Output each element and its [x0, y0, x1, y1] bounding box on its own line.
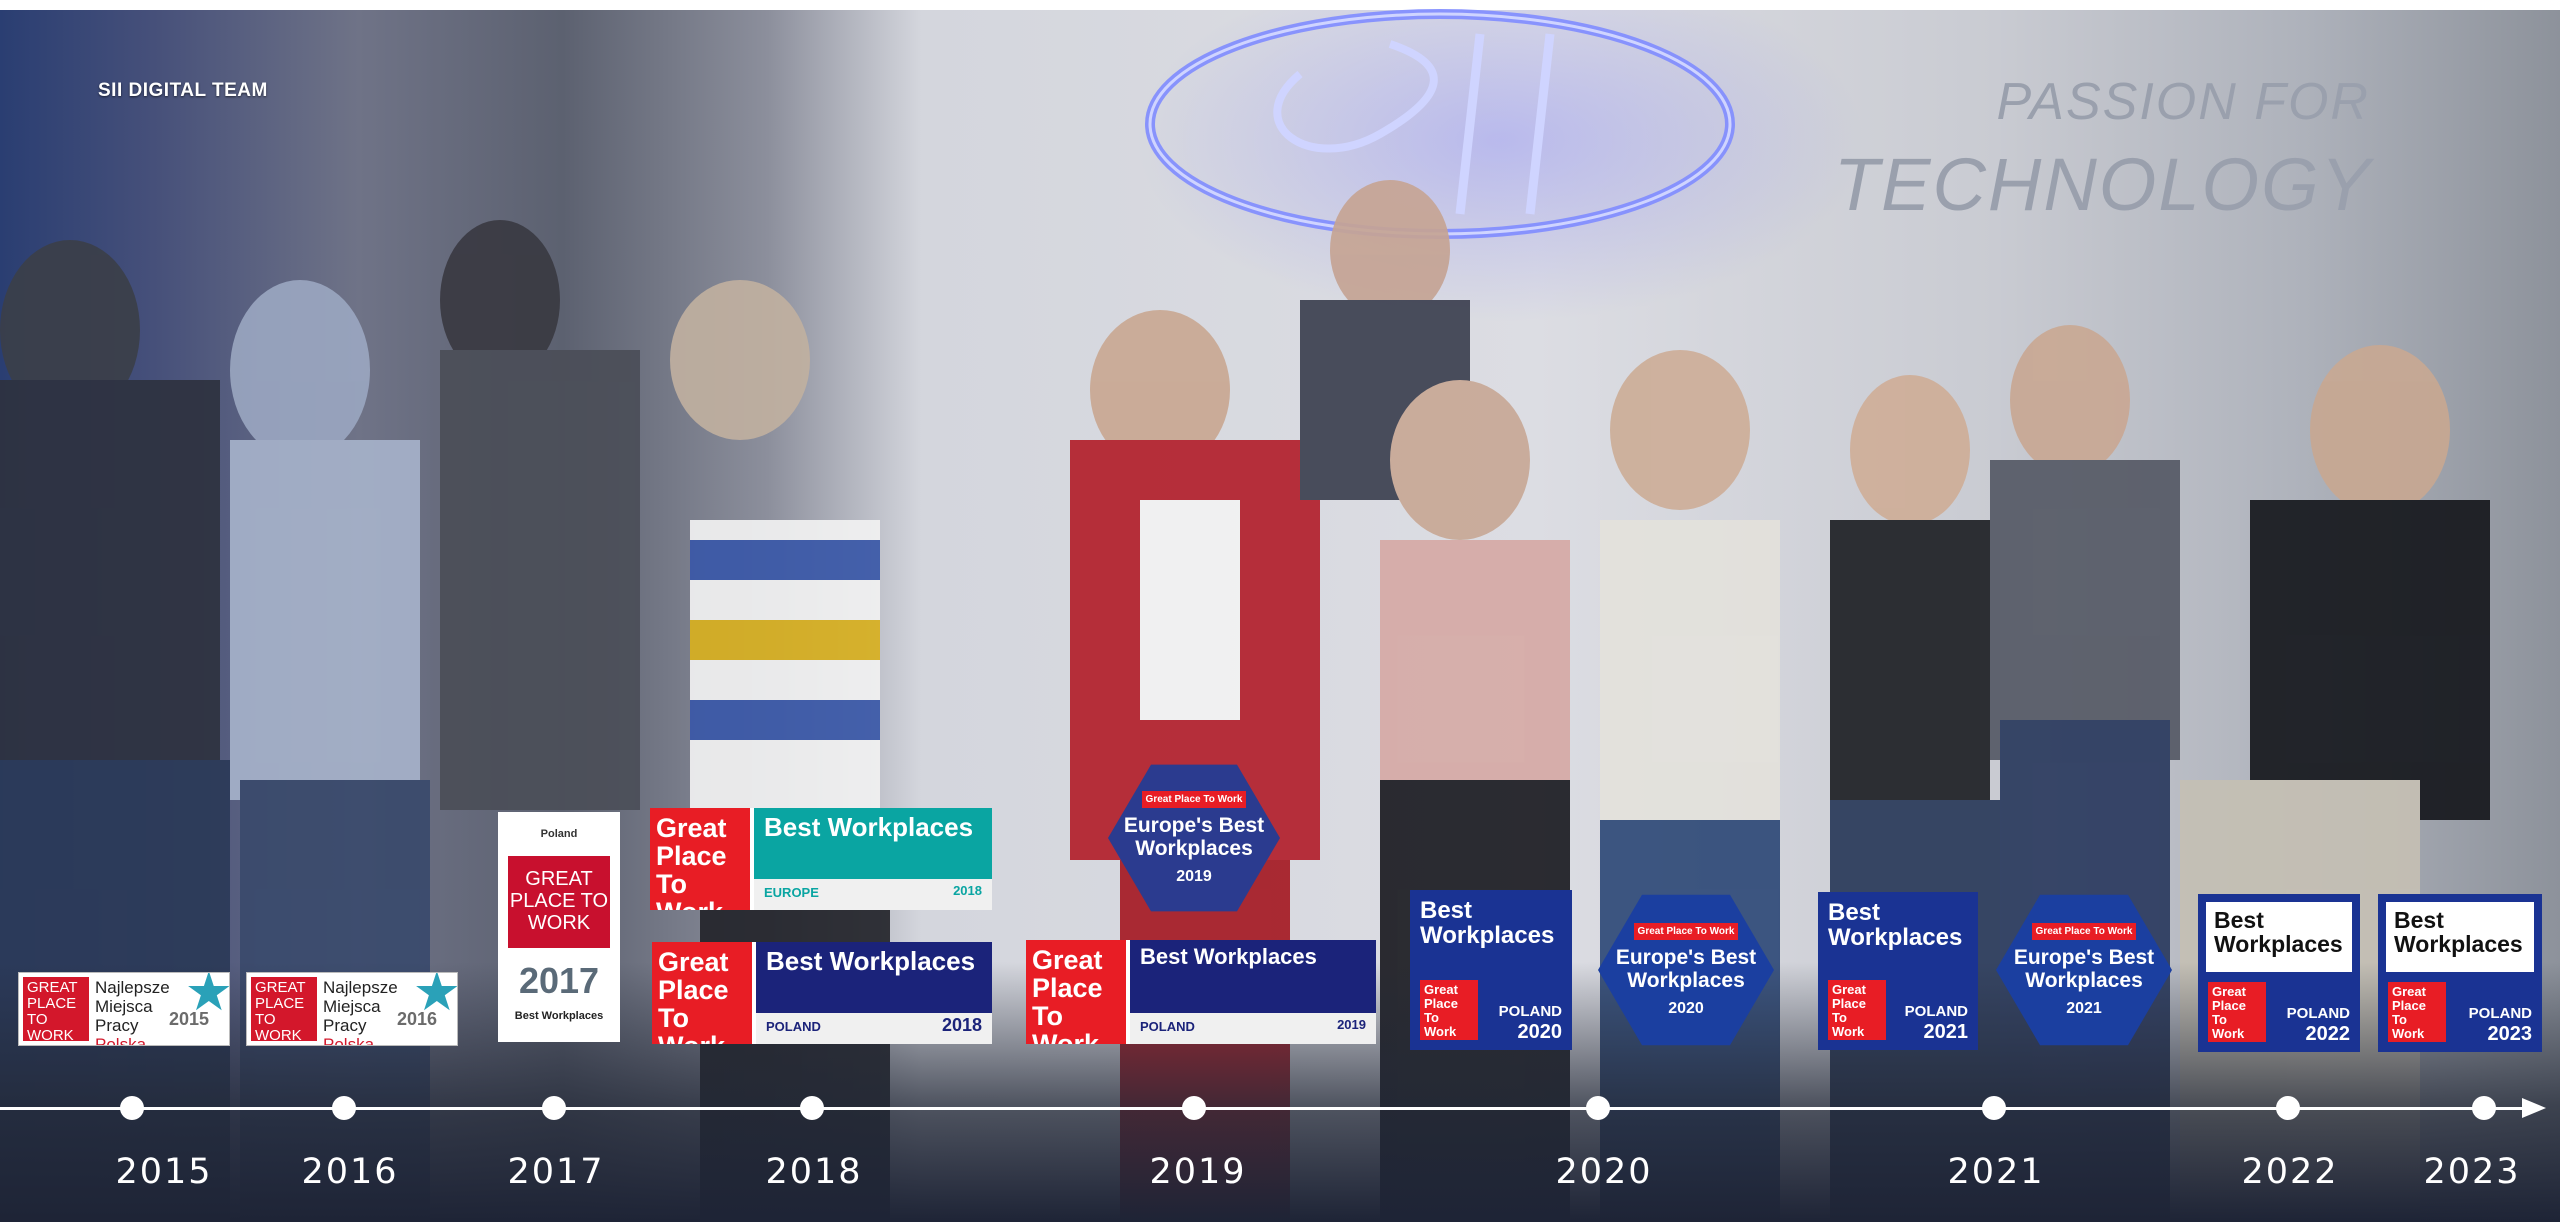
star-icon: ★ [412, 972, 458, 1022]
badge-year: 2023 [2487, 1023, 2533, 1045]
award-badge-2016: GREAT PLACE TO WORK Najlepsze Miejsca Pr… [246, 972, 458, 1046]
badge-title: Best Workplaces [514, 1010, 604, 1022]
gptw-logo: Great Place To Work [2031, 922, 2137, 940]
badge-title: Best Workplaces [754, 808, 992, 880]
badge-year: 2020 [1517, 1021, 1563, 1043]
timeline-dot [2472, 1096, 2496, 1120]
badge-country: Poland [540, 828, 578, 840]
badge-country: POLAND [1904, 1003, 1968, 1020]
badge-year: 2018 [953, 883, 982, 899]
badge-country: POLAND [2286, 1005, 2350, 1022]
timeline-year-2021: 2021 [1947, 1152, 2045, 1192]
badge-year: 2019 [1176, 867, 1212, 885]
timeline-year-2016: 2016 [301, 1152, 399, 1192]
timeline-dot [542, 1096, 566, 1120]
badge-title: Best Workplaces [2206, 902, 2352, 972]
badge-title: Best Workplaces [1828, 899, 1963, 951]
badge-country: Polska [323, 1035, 375, 1046]
timeline-year-2020: 2020 [1555, 1152, 1653, 1192]
gptw-logo: Great Place To Work [1026, 940, 1126, 1044]
award-badge-2021-poland: Best Workplaces Great Place To Work POLA… [1818, 892, 1978, 1050]
gptw-logo: GREAT PLACE TO WORK [23, 977, 89, 1044]
gptw-logo: GREAT PLACE TO WORK [508, 856, 610, 948]
award-badge-2018-europe: Great Place To Work Best Workplaces EURO… [650, 808, 992, 910]
badge-line: Najlepsze [95, 978, 170, 997]
badge-line: Pracy [323, 1016, 367, 1035]
gptw-logo: Great Place To Work [2208, 982, 2266, 1042]
gptw-logo: Great Place To Work [1141, 790, 1247, 808]
gptw-logo: Great Place To Work [650, 808, 750, 910]
badge-line: Najlepsze [323, 978, 398, 997]
gptw-logo: Great Place To Work [1420, 980, 1478, 1040]
badge-title: Europe's Best Workplaces [1615, 945, 1757, 992]
gptw-logo: Great Place To Work [2388, 982, 2446, 1042]
badge-year: 2021 [1923, 1021, 1969, 1043]
award-badge-2023-poland: Best Workplaces Great Place To Work POLA… [2378, 894, 2542, 1052]
gptw-logo: GREAT PLACE TO WORK [251, 977, 317, 1044]
timeline-dot [2276, 1096, 2300, 1120]
timeline-dot [800, 1096, 824, 1120]
badge-line: Miejsca [95, 997, 153, 1016]
timeline-year-2017: 2017 [507, 1152, 605, 1192]
timeline-line [0, 1107, 2522, 1110]
badge-year: 2020 [1668, 999, 1704, 1017]
timeline: 2015 2016 2017 2018 2019 2020 2021 2022 … [0, 1090, 2560, 1222]
badge-title: Europe's Best Workplaces [2013, 945, 2155, 992]
badge-line: Miejsca [323, 997, 381, 1016]
badge-country: Polska [95, 1035, 147, 1046]
timeline-year-2019: 2019 [1149, 1152, 1247, 1192]
badge-region: EUROPE [764, 885, 819, 901]
timeline-dot [332, 1096, 356, 1120]
award-badge-2019-poland: Great Place To Work Best Workplaces POLA… [1026, 940, 1376, 1044]
timeline-year-2015: 2015 [115, 1152, 213, 1192]
badge-year: 2021 [2066, 999, 2102, 1017]
timeline-dot [1586, 1096, 1610, 1120]
timeline-year-2022: 2022 [2241, 1152, 2339, 1192]
award-badge-2018-poland: Great Place To Work Best Workplaces POLA… [652, 942, 992, 1044]
timeline-dot [120, 1096, 144, 1120]
badge-year: 2022 [2305, 1023, 2351, 1045]
star-icon: ★ [184, 972, 230, 1022]
badge-country: POLAND [766, 1019, 821, 1035]
badge-title: Best Workplaces [2386, 902, 2534, 972]
gptw-logo: Great Place To Work [652, 942, 752, 1044]
badge-year: 2018 [941, 1015, 982, 1036]
award-badge-2020-poland: Best Workplaces Great Place To Work POLA… [1410, 890, 1572, 1050]
badge-country: POLAND [2468, 1005, 2532, 1022]
timeline-dot [1182, 1096, 1206, 1120]
award-badge-2017: Poland GREAT PLACE TO WORK 2017 Best Wor… [498, 812, 620, 1042]
badge-year: 2019 [1337, 1016, 1366, 1032]
award-badge-2022-poland: Best Workplaces Great Place To Work POLA… [2198, 894, 2360, 1052]
badge-title: Best Workplaces [1420, 897, 1555, 949]
badge-country: POLAND [1498, 1003, 1562, 1020]
timeline-year-2018: 2018 [765, 1152, 863, 1192]
timeline-dot [1982, 1096, 2006, 1120]
badge-year: 2017 [518, 960, 600, 1001]
badge-title: Europe's Best Workplaces [1123, 813, 1265, 860]
badge-title: Best Workplaces [1130, 940, 1376, 1013]
badge-country: POLAND [1140, 1018, 1195, 1034]
gptw-logo: Great Place To Work [1828, 980, 1886, 1040]
timeline-year-2023: 2023 [2423, 1152, 2521, 1192]
arrow-right-icon [2522, 1098, 2546, 1118]
badge-line: Pracy [95, 1016, 139, 1035]
team-label: SII DIGITAL TEAM [98, 80, 268, 101]
badge-title: Best Workplaces [756, 942, 992, 1014]
award-badge-2015: GREAT PLACE TO WORK Najlepsze Miejsca Pr… [18, 972, 230, 1046]
gptw-logo: Great Place To Work [1633, 922, 1739, 940]
